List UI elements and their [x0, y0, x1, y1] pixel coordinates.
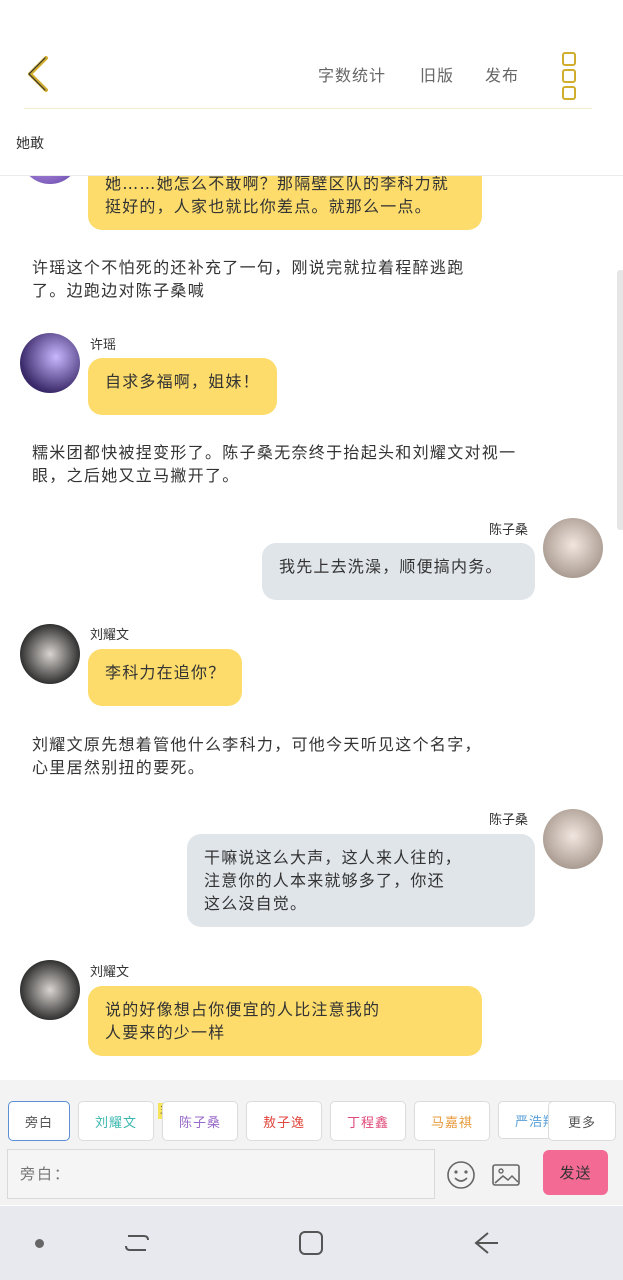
- role-label: 敖子逸: [262, 1115, 305, 1131]
- avatar[interactable]: [20, 624, 80, 684]
- avatar[interactable]: [20, 333, 80, 393]
- message-bubble[interactable]: 干嘛说这么大声，这人来人往的， 注意你的人本来就够多了，你还 这么没自觉。: [187, 834, 535, 927]
- narration-text[interactable]: 刘耀文原先想着管他什么李科力，可他今天听见这个名字， 心里居然别扭的要死。: [32, 733, 482, 779]
- dot-icon: [562, 69, 576, 83]
- smiley-icon: [447, 1161, 475, 1189]
- role-label: 陈子桑: [178, 1115, 221, 1131]
- more-label: 更多: [567, 1115, 596, 1131]
- role-tab-ma-jiaqi[interactable]: 马嘉祺: [414, 1101, 490, 1141]
- more-menu-button[interactable]: [562, 52, 584, 100]
- narration-line: 了。边跑边对陈子桑喊: [32, 281, 206, 300]
- message-input[interactable]: [8, 1150, 434, 1198]
- header-divider: [24, 108, 592, 109]
- send-button[interactable]: 发送: [543, 1150, 608, 1195]
- role-tab-ao-ziyi[interactable]: 敖子逸: [246, 1101, 322, 1141]
- narration-text[interactable]: 许瑶这个不怕死的还补充了一句，刚说完就拉着程醉逃跑 了。边跑边对陈子桑喊: [32, 256, 465, 302]
- scrollbar[interactable]: [617, 270, 623, 530]
- message-input-box[interactable]: [7, 1149, 435, 1199]
- speaker-name: 刘耀文: [90, 628, 130, 643]
- back-nav-icon[interactable]: [470, 1228, 500, 1258]
- narration-line: 刘耀文原先想着管他什么李科力，可他今天听见这个名字，: [32, 735, 482, 754]
- narration-line: 眼，之后她又立马撇开了。: [32, 466, 240, 485]
- role-tab-narrator[interactable]: 旁白: [8, 1101, 70, 1141]
- role-label: 马嘉祺: [430, 1115, 473, 1131]
- message-bubble[interactable]: 我先上去洗澡，顺便搞内务。: [262, 543, 535, 600]
- role-tab-ding-chengxin[interactable]: 丁程鑫: [330, 1101, 406, 1141]
- narration-text[interactable]: 糯米团都快被捏变形了。陈子桑无奈终于抬起头和刘耀文对视一 眼，之后她又立马撇开了…: [32, 441, 516, 487]
- system-nav-bar: [0, 1206, 623, 1280]
- chevron-left-icon: [28, 56, 48, 92]
- role-tab-liu-yaowen[interactable]: 刘耀文: [78, 1101, 154, 1141]
- message-bubble[interactable]: 说的好像想占你便宜的人比注意我的 人要来的少一样: [88, 986, 482, 1056]
- speaker-name: 许瑶: [90, 338, 117, 353]
- role-label: 旁白: [24, 1115, 53, 1131]
- role-label: 刘耀文: [94, 1115, 137, 1131]
- message-text: 我先上去洗澡，顺便搞内务。: [279, 557, 503, 576]
- dot-icon: [562, 52, 576, 66]
- dot-icon: [562, 86, 576, 100]
- message-text: 李科力在追你？: [105, 663, 226, 682]
- emoji-button[interactable]: [444, 1158, 478, 1192]
- novel-title: 她敢: [16, 136, 44, 152]
- avatar[interactable]: [543, 809, 603, 869]
- message-text: 挺好的，人家也就比你差点。就那么一点。: [105, 197, 432, 216]
- more-roles-button[interactable]: 更多: [548, 1101, 616, 1141]
- message-text: 自求多福啊，姐妹！: [105, 372, 260, 391]
- speaker-name: 刘耀文: [90, 965, 130, 980]
- back-button[interactable]: [22, 52, 56, 96]
- speaker-name: 陈子桑: [489, 813, 529, 828]
- message-text: 人要来的少一样: [105, 1023, 226, 1042]
- publish-button[interactable]: 发布: [485, 62, 519, 86]
- message-bubble[interactable]: 李科力在追你？: [88, 649, 243, 706]
- home-icon[interactable]: [296, 1228, 326, 1258]
- message-bubble[interactable]: 自求多福啊，姐妹！: [88, 358, 277, 415]
- image-button[interactable]: [489, 1158, 523, 1192]
- narration-line: 心里居然别扭的要死。: [32, 758, 206, 777]
- role-tab-chen-zisang[interactable]: 陈子桑: [162, 1101, 238, 1141]
- image-icon: [492, 1164, 520, 1186]
- avatar[interactable]: [20, 176, 80, 184]
- message-bubble[interactable]: 她……她怎么不敢啊？那隔壁区队的李科力就 挺好的，人家也就比你差点。就那么一点。: [88, 176, 482, 230]
- recent-apps-icon[interactable]: [122, 1228, 152, 1258]
- message-text: 说的好像想占你便宜的人比注意我的: [105, 1000, 381, 1019]
- message-text: 这么没自觉。: [204, 894, 308, 913]
- word-count-button[interactable]: 字数统计: [318, 62, 386, 86]
- speaker-name: 陈子桑: [489, 523, 529, 538]
- role-label: 丁程鑫: [346, 1115, 389, 1131]
- avatar[interactable]: [543, 518, 603, 578]
- dot-icon[interactable]: [35, 1239, 44, 1248]
- old-version-button[interactable]: 旧版: [420, 62, 454, 86]
- chat-area[interactable]: 她……她怎么不敢啊？那隔壁区队的李科力就 挺好的，人家也就比你差点。就那么一点。…: [0, 176, 623, 1080]
- narration-line: 许瑶这个不怕死的还补充了一句，刚说完就拉着程醉逃跑: [32, 258, 465, 277]
- message-text: 干嘛说这么大声，这人来人往的，: [204, 848, 463, 867]
- top-bar: 字数统计 旧版 发布: [0, 0, 623, 110]
- avatar[interactable]: [20, 960, 80, 1020]
- message-text: 她……她怎么不敢啊？那隔壁区队的李科力就: [105, 176, 450, 193]
- narration-line: 糯米团都快被捏变形了。陈子桑无奈终于抬起头和刘耀文对视一: [32, 443, 517, 462]
- message-text: 注意你的人本来就够多了，你还: [204, 871, 445, 890]
